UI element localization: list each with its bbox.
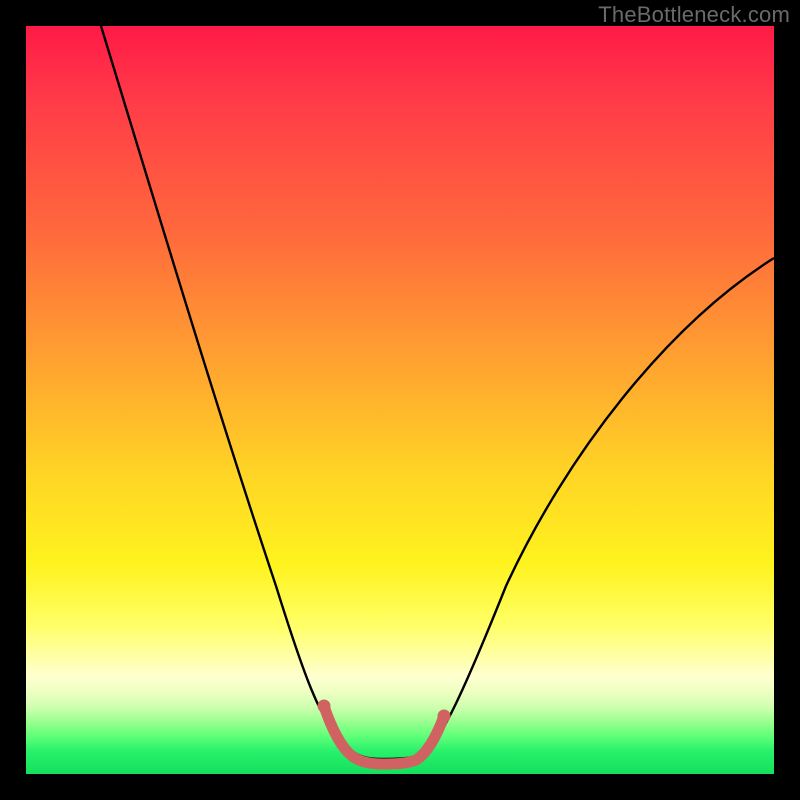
watermark-label: TheBottleneck.com xyxy=(598,2,790,28)
chart-frame: TheBottleneck.com xyxy=(0,0,800,800)
bottleneck-curve-path xyxy=(101,26,774,759)
marker-dot-right xyxy=(438,710,451,723)
marker-dot-left xyxy=(318,700,331,713)
optimal-range-marker-path xyxy=(324,706,444,764)
plot-svg xyxy=(26,26,774,774)
plot-area xyxy=(26,26,774,774)
